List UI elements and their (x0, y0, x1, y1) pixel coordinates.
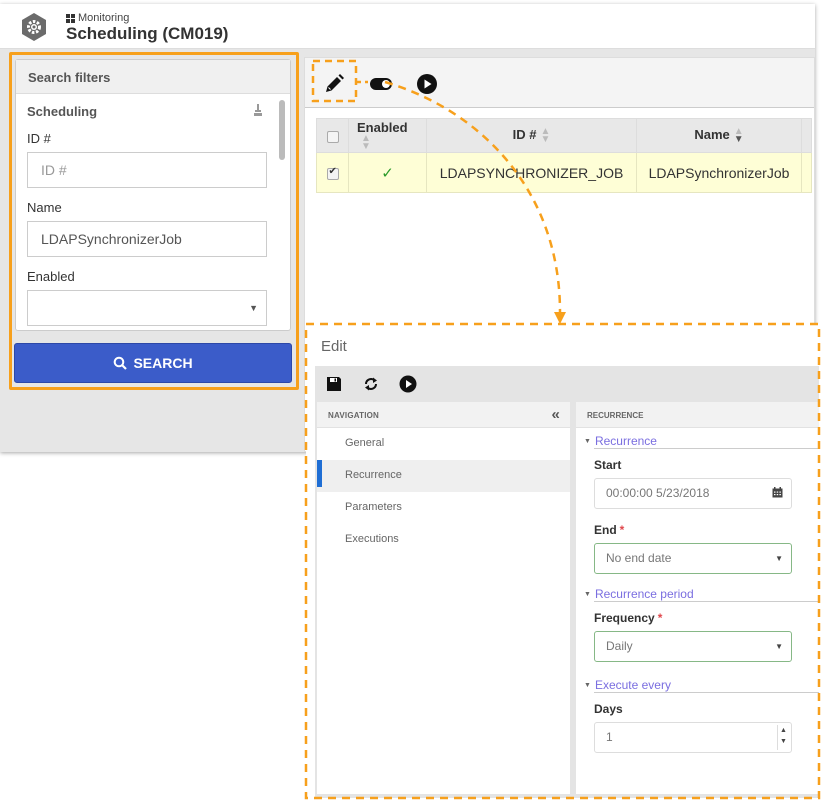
days-label-text: Days (594, 702, 623, 716)
play-icon[interactable] (416, 73, 438, 95)
increment-icon[interactable]: ▲ (778, 725, 789, 736)
chevron-down-icon: ▼ (775, 554, 783, 563)
recurrence-content: RECURRENCE ▼ Recurrence Start 00:00:00 5/… (576, 402, 819, 794)
row-checkbox[interactable] (326, 166, 339, 180)
column-header-extra (801, 118, 812, 153)
end-label: End * (594, 523, 819, 537)
start-date-input[interactable]: 00:00:00 5/23/2018 (594, 478, 792, 509)
end-label-text: End (594, 523, 617, 537)
column-name-label: Name (694, 127, 730, 143)
days-stepper[interactable]: 1 ▲ ▼ (594, 722, 792, 753)
group-divider (594, 692, 819, 693)
sort-icon: ▲ ▼ (540, 125, 551, 145)
days-value: 1 (606, 730, 613, 744)
breadcrumb-monitoring[interactable]: Monitoring (78, 12, 129, 24)
frequency-select[interactable]: Daily ▼ (594, 631, 792, 662)
sort-icon: ▲ ▼ (733, 125, 744, 145)
gear-hexagon-icon (22, 13, 46, 41)
frequency-label: Frequency * (594, 611, 819, 625)
content-header: RECURRENCE (576, 402, 819, 428)
edit-icon[interactable] (323, 73, 345, 95)
app-header: Monitoring Scheduling (CM019) (0, 4, 815, 49)
nav-item-parameters[interactable]: Parameters (317, 492, 570, 524)
breadcrumb[interactable]: Monitoring (66, 12, 129, 24)
group-execute-every[interactable]: ▼ Execute every (576, 678, 819, 693)
nav-item-executions[interactable]: Executions (317, 524, 570, 556)
results-table: Enabled▲▼ ID #▲▼ Name▲▼ ✓ LDAPSYNCHRONIZ… (316, 118, 812, 193)
group-execute-every-label: Execute every (594, 678, 671, 692)
nav-item-recurrence[interactable]: Recurrence (317, 460, 570, 492)
column-id-label: ID # (512, 127, 537, 143)
end-value: No end date (606, 551, 672, 565)
toggle-icon[interactable] (369, 73, 395, 95)
group-divider (594, 448, 819, 449)
required-marker: * (619, 523, 625, 537)
filters-highlight (9, 52, 299, 390)
select-all-checkbox[interactable] (326, 130, 339, 143)
edit-toolbar (315, 366, 819, 402)
table-row[interactable]: ✓ LDAPSYNCHRONIZER_JOB LDAPSynchronizerJ… (316, 152, 812, 193)
end-select[interactable]: No end date ▼ (594, 543, 792, 574)
chevron-down-icon: ▼ (775, 642, 783, 651)
group-recurrence[interactable]: ▼ Recurrence (576, 434, 819, 449)
required-marker: * (657, 611, 663, 625)
days-label: Days (594, 702, 819, 716)
collapse-triangle-icon: ▼ (584, 438, 591, 445)
module-grid-icon (66, 13, 75, 23)
row-id-cell: LDAPSYNCHRONIZER_JOB (426, 152, 637, 193)
edit-body: NAVIGATION « General Recurrence Paramete… (315, 402, 819, 798)
nav-item-general[interactable]: General (317, 428, 570, 460)
start-date-value: 00:00:00 5/23/2018 (606, 486, 710, 500)
column-header-id[interactable]: ID # ▲ ▼ (426, 118, 637, 153)
collapse-triangle-icon: ▼ (584, 591, 591, 598)
navigation-panel: NAVIGATION « General Recurrence Paramete… (317, 402, 570, 794)
save-icon[interactable] (325, 375, 343, 393)
decrement-icon[interactable]: ▼ (778, 736, 789, 747)
group-recurrence-label: Recurrence (594, 434, 657, 448)
page-title: Scheduling (CM019) (66, 24, 229, 43)
frequency-value: Daily (606, 639, 633, 653)
row-name-cell: LDAPSynchronizerJob (636, 152, 802, 193)
group-divider (594, 601, 819, 602)
row-extra-cell (801, 152, 812, 193)
column-header-name[interactable]: Name ▲ ▼ (636, 118, 802, 153)
row-enabled-check-icon: ✓ (348, 152, 427, 193)
navigation-header: NAVIGATION « (317, 402, 570, 428)
select-all-header[interactable] (316, 118, 349, 153)
collapse-navigation-icon[interactable]: « (551, 406, 560, 423)
column-header-enabled[interactable]: Enabled▲ ▼ (348, 118, 427, 153)
days-spinner[interactable]: ▲ ▼ (777, 725, 789, 750)
sort-icon: ▲ ▼ (361, 133, 371, 153)
edit-dialog: Edit NAVIGATION « General Recurrence Par… (306, 324, 819, 798)
refresh-icon[interactable] (362, 375, 380, 393)
calendar-icon[interactable] (772, 487, 783, 498)
table-header-row: Enabled▲ ▼ ID # ▲ ▼ Name ▲ ▼ (316, 118, 812, 153)
frequency-label-text: Frequency (594, 611, 655, 625)
grid-toolbar (305, 58, 814, 108)
start-label-text: Start (594, 458, 622, 472)
edit-dialog-title: Edit (321, 338, 347, 355)
play-icon[interactable] (399, 375, 417, 393)
group-recurrence-period[interactable]: ▼ Recurrence period (576, 587, 819, 602)
navigation-title: NAVIGATION (328, 411, 380, 420)
collapse-triangle-icon: ▼ (584, 682, 591, 689)
group-recurrence-period-label: Recurrence period (594, 587, 694, 601)
start-label: Start (594, 458, 819, 472)
row-select-cell[interactable] (316, 152, 349, 193)
